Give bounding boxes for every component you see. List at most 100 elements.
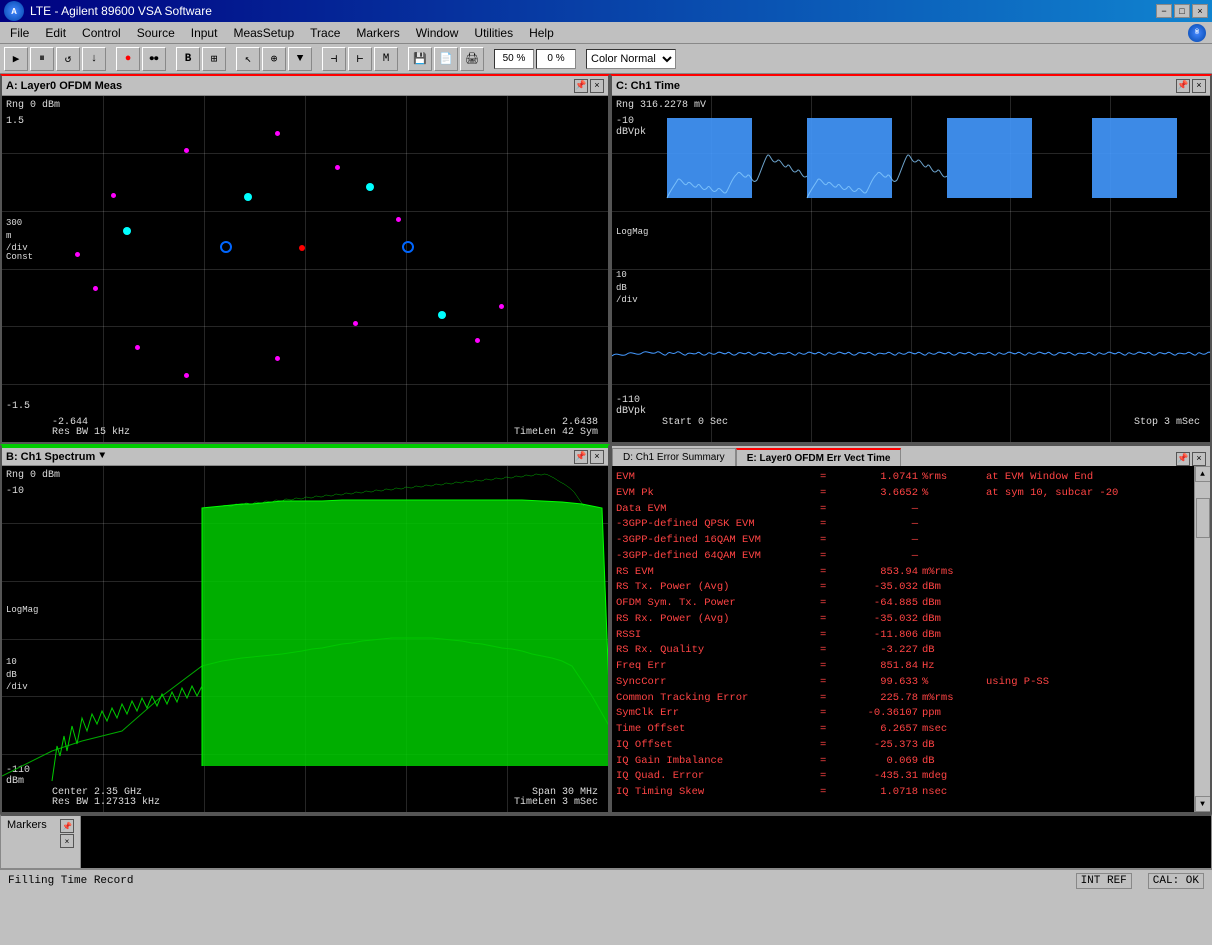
const-dot-m8 [93,286,98,291]
error-row-synccorr: SyncCorr = 99.633 % using P-SS [616,675,1190,691]
const-dot-m12 [275,131,280,136]
panel-a-resbw: Res BW 15 kHz [52,427,130,438]
grid-v3 [305,96,306,442]
panel-b-pin[interactable]: 📌 [574,450,588,464]
const-circle-1 [220,241,232,253]
burst2 [807,118,892,198]
zoom-offset-input[interactable] [536,49,576,69]
panel-a-timelen: TimeLen 42 Sym [514,427,598,438]
panel-c: C: Ch1 Time 📌 × Rng 316.2278 mV -10dBVpk… [610,74,1212,444]
save-button[interactable]: 💾 [408,47,432,71]
const-dot-4 [123,227,131,235]
menu-control[interactable]: Control [74,24,129,42]
panel-b-dropdown[interactable]: ▼ [99,451,105,462]
panel-b-close[interactable]: × [590,450,604,464]
panel-b: B: Ch1 Spectrum ▼ 📌 × Rng 0 dBm -10 LogM… [0,444,610,814]
app-title: LTE - Agilent 89600 VSA Software [30,4,212,18]
error-row-qpsk: -3GPP-defined QPSK EVM = — [616,517,1190,533]
panel-c-header: C: Ch1 Time 📌 × [612,76,1210,96]
panel-a-pin[interactable]: 📌 [574,79,588,93]
burst3 [947,118,1032,198]
error-row-iqquad: IQ Quad. Error = -435.31 mdeg [616,769,1190,785]
panel-a-controls: 📌 × [574,79,604,93]
menu-bar: File Edit Control Source Input MeasSetup… [0,22,1212,44]
markers-pin[interactable]: 📌 [60,819,74,833]
tab-d[interactable]: D: Ch1 Error Summary [612,448,736,466]
grid-v5 [507,96,508,442]
record-button[interactable]: ● [116,47,140,71]
panel-c-controls: 📌 × [1176,79,1206,93]
const-dot-m10 [111,193,116,198]
markers-content [81,816,1211,868]
panel-de-close[interactable]: × [1192,452,1206,466]
b-button[interactable]: B [176,47,200,71]
minimize-button[interactable]: − [1156,4,1172,18]
menu-window[interactable]: Window [408,24,467,42]
panel-a: A: Layer0 OFDM Meas 📌 × Rng 0 dBm 1.5 -1… [0,74,610,444]
scroll-up[interactable]: ▲ [1195,466,1211,482]
grid-v1 [103,96,104,442]
panel-a-ydiv: 300m/div [6,217,28,255]
const-dot-3 [438,311,446,319]
const-dot-m6 [184,373,189,378]
menu-markers[interactable]: Markers [348,24,407,42]
error-row-rssi: RSSI = -11.806 dBm [616,628,1190,644]
panel-a-ytop: 1.5 [6,116,24,127]
nav3-button[interactable]: M [374,47,398,71]
pause-button[interactable]: ⏸ [30,47,54,71]
error-row-evmpk: EVM Pk = 3.6652 % at sym 10, subcar -20 [616,486,1190,502]
error-row-ofdm: OFDM Sym. Tx. Power = -64.885 dBm [616,596,1190,612]
error-row-rsevm: RS EVM = 853.94 m%rms [616,565,1190,581]
menu-trace[interactable]: Trace [302,24,348,42]
tab-e[interactable]: E: Layer0 OFDM Err Vect Time [736,448,902,466]
menu-utilities[interactable]: Utilities [466,24,521,42]
menu-edit[interactable]: Edit [37,24,74,42]
burst1 [667,118,752,198]
maximize-button[interactable]: □ [1174,4,1190,18]
scroll-down[interactable]: ▼ [1195,796,1211,812]
panel-c-close[interactable]: × [1192,79,1206,93]
panel-c-pin[interactable]: 📌 [1176,79,1190,93]
save2-button[interactable]: 📄 [434,47,458,71]
single-button[interactable]: ↓ [82,47,106,71]
restart-button[interactable]: ↺ [56,47,80,71]
panel-de-pin[interactable]: 📌 [1176,452,1190,466]
menu-input[interactable]: Input [183,24,226,42]
status-int-ref: INT REF [1076,873,1132,889]
const-dot-red [299,245,305,251]
zoom-in-button[interactable]: ⊕ [262,47,286,71]
close-button[interactable]: × [1192,4,1208,18]
grid-button[interactable]: ⊞ [202,47,226,71]
panel-b-content: Rng 0 dBm -10 LogMag 10dB/div -110dBm Ce… [2,466,608,812]
panel-a-close[interactable]: × [590,79,604,93]
panel-b-title: B: Ch1 Spectrum [6,451,95,463]
zoom-percent-input[interactable] [494,49,534,69]
marker-button[interactable]: ▼ [288,47,312,71]
const-dot-m4 [353,321,358,326]
error-scrollbar[interactable]: ▲ ▼ [1194,466,1210,812]
color-mode-select[interactable]: Color Normal [586,49,676,69]
agilent-logo: ® [1188,24,1206,42]
error-row-16qam: -3GPP-defined 16QAM EVM = — [616,533,1190,549]
panel-a-ybottom: -1.5 [6,401,30,412]
print-button[interactable]: 🖨 [460,47,484,71]
const-dot-2 [366,183,374,191]
menu-file[interactable]: File [2,24,37,42]
nav1-button[interactable]: ⊣ [322,47,346,71]
markers-panel: Markers 📌 × [0,814,1212,869]
menu-source[interactable]: Source [129,24,183,42]
const-dot-m1 [335,165,340,170]
menu-help[interactable]: Help [521,24,562,42]
menu-meassetup[interactable]: MeasSetup [225,24,302,42]
nav2-button[interactable]: ⊢ [348,47,372,71]
scroll-thumb[interactable] [1196,498,1210,538]
record2-button[interactable]: ⏺⏺ [142,47,166,71]
error-row-timeoff: Time Offset = 6.2657 msec [616,722,1190,738]
panel-de-content: ▲ ▼ EVM = 1.0741 %rms at EVM Window End [612,466,1210,812]
cursor-button[interactable]: ↖ [236,47,260,71]
markers-close[interactable]: × [60,834,74,848]
title-bar-left: A LTE - Agilent 89600 VSA Software [4,1,212,21]
play-button[interactable]: ▶ [4,47,28,71]
status-left: Filling Time Record [8,875,133,887]
const-dot-m5 [275,356,280,361]
